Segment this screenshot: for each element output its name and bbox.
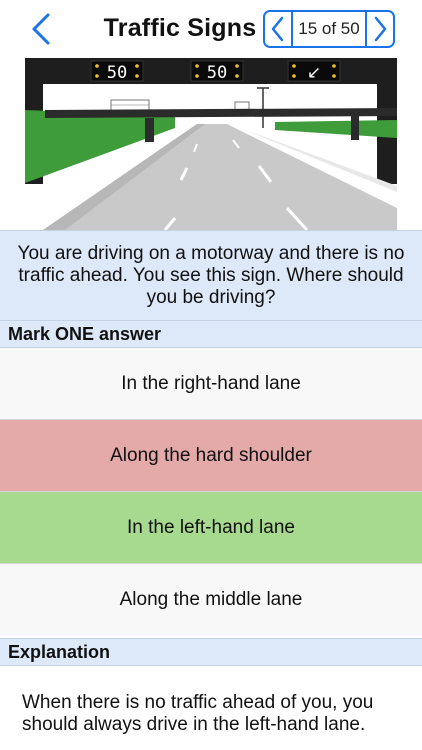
chevron-left-icon [271,16,284,42]
question-text: You are driving on a motorway and there … [0,230,422,320]
motorway-sign-illustration: 50 50 ↙ [25,58,398,232]
chevron-right-icon [374,16,387,42]
sign-middle-text: 50 [207,63,227,83]
speed-sign-middle: 50 [190,60,244,83]
page-title: Traffic Signs [103,14,257,42]
speed-sign-left: 50 [90,60,144,83]
sign-left-text: 50 [107,63,127,83]
lane-arrow-sign: ↙ [287,60,341,83]
nav-bar: Traffic Signs 15 of 50 [0,0,422,58]
answer-option[interactable]: In the right-hand lane [0,348,422,420]
question-pager: 15 of 50 [263,10,395,48]
answer-option[interactable]: Along the middle lane [0,564,422,636]
back-chevron-icon[interactable] [28,12,58,46]
answer-option-wrong[interactable]: Along the hard shoulder [0,420,422,492]
explanation-section-header: Explanation [0,638,422,666]
previous-question-button[interactable] [265,12,293,46]
sign-arrow-text: ↙ [307,63,321,83]
question-counter: 15 of 50 [298,19,360,38]
explanation-text: When there is no traffic ahead of you, y… [0,666,422,750]
answer-option-correct[interactable]: In the left-hand lane [0,492,422,564]
answers-section-header: Mark ONE answer [0,320,422,348]
next-question-button[interactable] [365,12,393,46]
